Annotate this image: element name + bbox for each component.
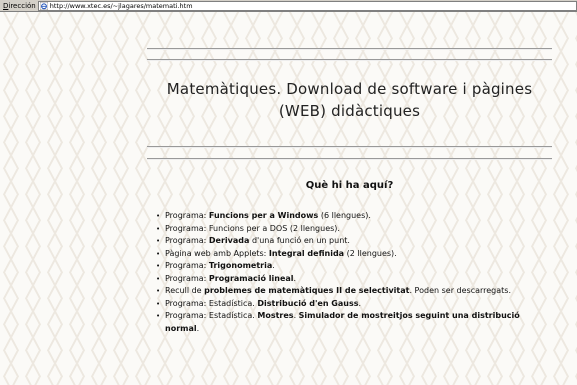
page-title: Matemàtiques. Download de software i pàg… <box>147 78 552 122</box>
list-item-text: Programa: Estadística. <box>165 311 258 320</box>
page-content: Matemàtiques. Download de software i pàg… <box>147 12 552 385</box>
bullet-icon: • <box>156 237 161 245</box>
list-item-text: . <box>358 298 362 308</box>
list-item-link-text[interactable]: Distribució d'en Gauss <box>257 299 358 308</box>
list-item-link-text[interactable]: Mostres <box>257 311 293 320</box>
list-item[interactable]: • Programa: Estadística. Mostres. Simulad… <box>155 310 550 335</box>
list-item[interactable]: • Programa: Programació lineal. <box>155 273 550 286</box>
address-label: Dirección <box>0 2 38 10</box>
bullet-icon: • <box>156 224 161 233</box>
list-item-link-text[interactable]: problemes de matemàtiques II de selectiv… <box>204 286 409 295</box>
bullet-icon: • <box>156 312 161 320</box>
list-item[interactable]: • Programa: Funcions per a DOS (2 llengue… <box>155 223 550 236</box>
list-item-text: Programa: Funcions per a DOS (2 llengues… <box>165 223 340 233</box>
list-item-link-text[interactable]: Integral definida <box>269 249 344 258</box>
bullet-icon: • <box>156 212 161 220</box>
list-item-link-text[interactable]: Programació lineal <box>209 274 294 283</box>
address-bar: Dirección http://www.xtec.es/~jlagares/m… <box>0 0 577 12</box>
address-label-text: irección <box>8 1 36 10</box>
list-item[interactable]: • Pàgina web amb Applets: Integral defini… <box>155 248 550 261</box>
list-item-text: Programa: <box>165 261 209 270</box>
list-item-text: d'una funció en un punt. <box>249 236 350 245</box>
address-url[interactable]: http://www.xtec.es/~jlagares/matemati.ht… <box>50 2 193 10</box>
address-field[interactable]: http://www.xtec.es/~jlagares/matemati.ht… <box>37 0 577 11</box>
list-item-link-text[interactable]: Derivada <box>209 236 250 245</box>
bullet-icon: • <box>156 287 161 295</box>
list-item-link-text[interactable]: Funcions per a Windows <box>209 211 318 220</box>
divider-top-1 <box>147 48 552 50</box>
bullet-icon: • <box>156 274 161 283</box>
list-item-text: Pàgina web amb Applets: <box>165 248 269 258</box>
list-item-text: . <box>272 261 275 270</box>
divider-mid-1 <box>147 146 552 148</box>
bullet-icon: • <box>156 249 161 258</box>
list-item-text: (6 llengues). <box>318 211 371 220</box>
list-item[interactable]: • Programa: Funcions per a Windows (6 lle… <box>155 210 550 223</box>
divider-mid-2 <box>147 158 552 160</box>
list-item[interactable]: • Programa: Estadística. Distribució d'en… <box>155 298 550 311</box>
page-title-line-2: (WEB) didàctiques <box>278 102 421 120</box>
list-item-text: Programa: Estadística. <box>165 298 258 308</box>
list-item-text: Programa: <box>165 236 209 245</box>
page-background: Matemàtiques. Download de software i pàg… <box>0 12 577 385</box>
list-item[interactable]: • Recull de problemes de matemàtiques II … <box>155 285 550 298</box>
list-item[interactable]: • Programa: Trigonometria. <box>155 260 550 273</box>
list-item[interactable]: • Programa: Derivada d'una funció en un p… <box>155 235 550 248</box>
section-heading: Què hi ha aquí? <box>305 180 394 191</box>
list-item-text: . Poden ser descarregats. <box>409 286 512 295</box>
list-item-text: Recull de <box>165 286 205 295</box>
divider-top-2 <box>147 59 552 61</box>
ie-page-icon <box>39 1 48 10</box>
list-item-text: (2 llengues). <box>344 248 397 258</box>
list-item-link-text[interactable]: Trigonometria <box>209 261 272 270</box>
bullet-icon: • <box>156 299 161 308</box>
contents-list: • Programa: Funcions per a Windows (6 lle… <box>155 210 550 335</box>
list-item-text: . <box>293 273 297 283</box>
page-title-line-1: Matemàtiques. Download de software i pàg… <box>166 80 533 98</box>
bullet-icon: • <box>156 262 161 270</box>
list-item-text: Programa: <box>165 273 209 283</box>
list-item-text: . <box>196 323 200 333</box>
list-item-text: Programa: <box>165 211 209 220</box>
